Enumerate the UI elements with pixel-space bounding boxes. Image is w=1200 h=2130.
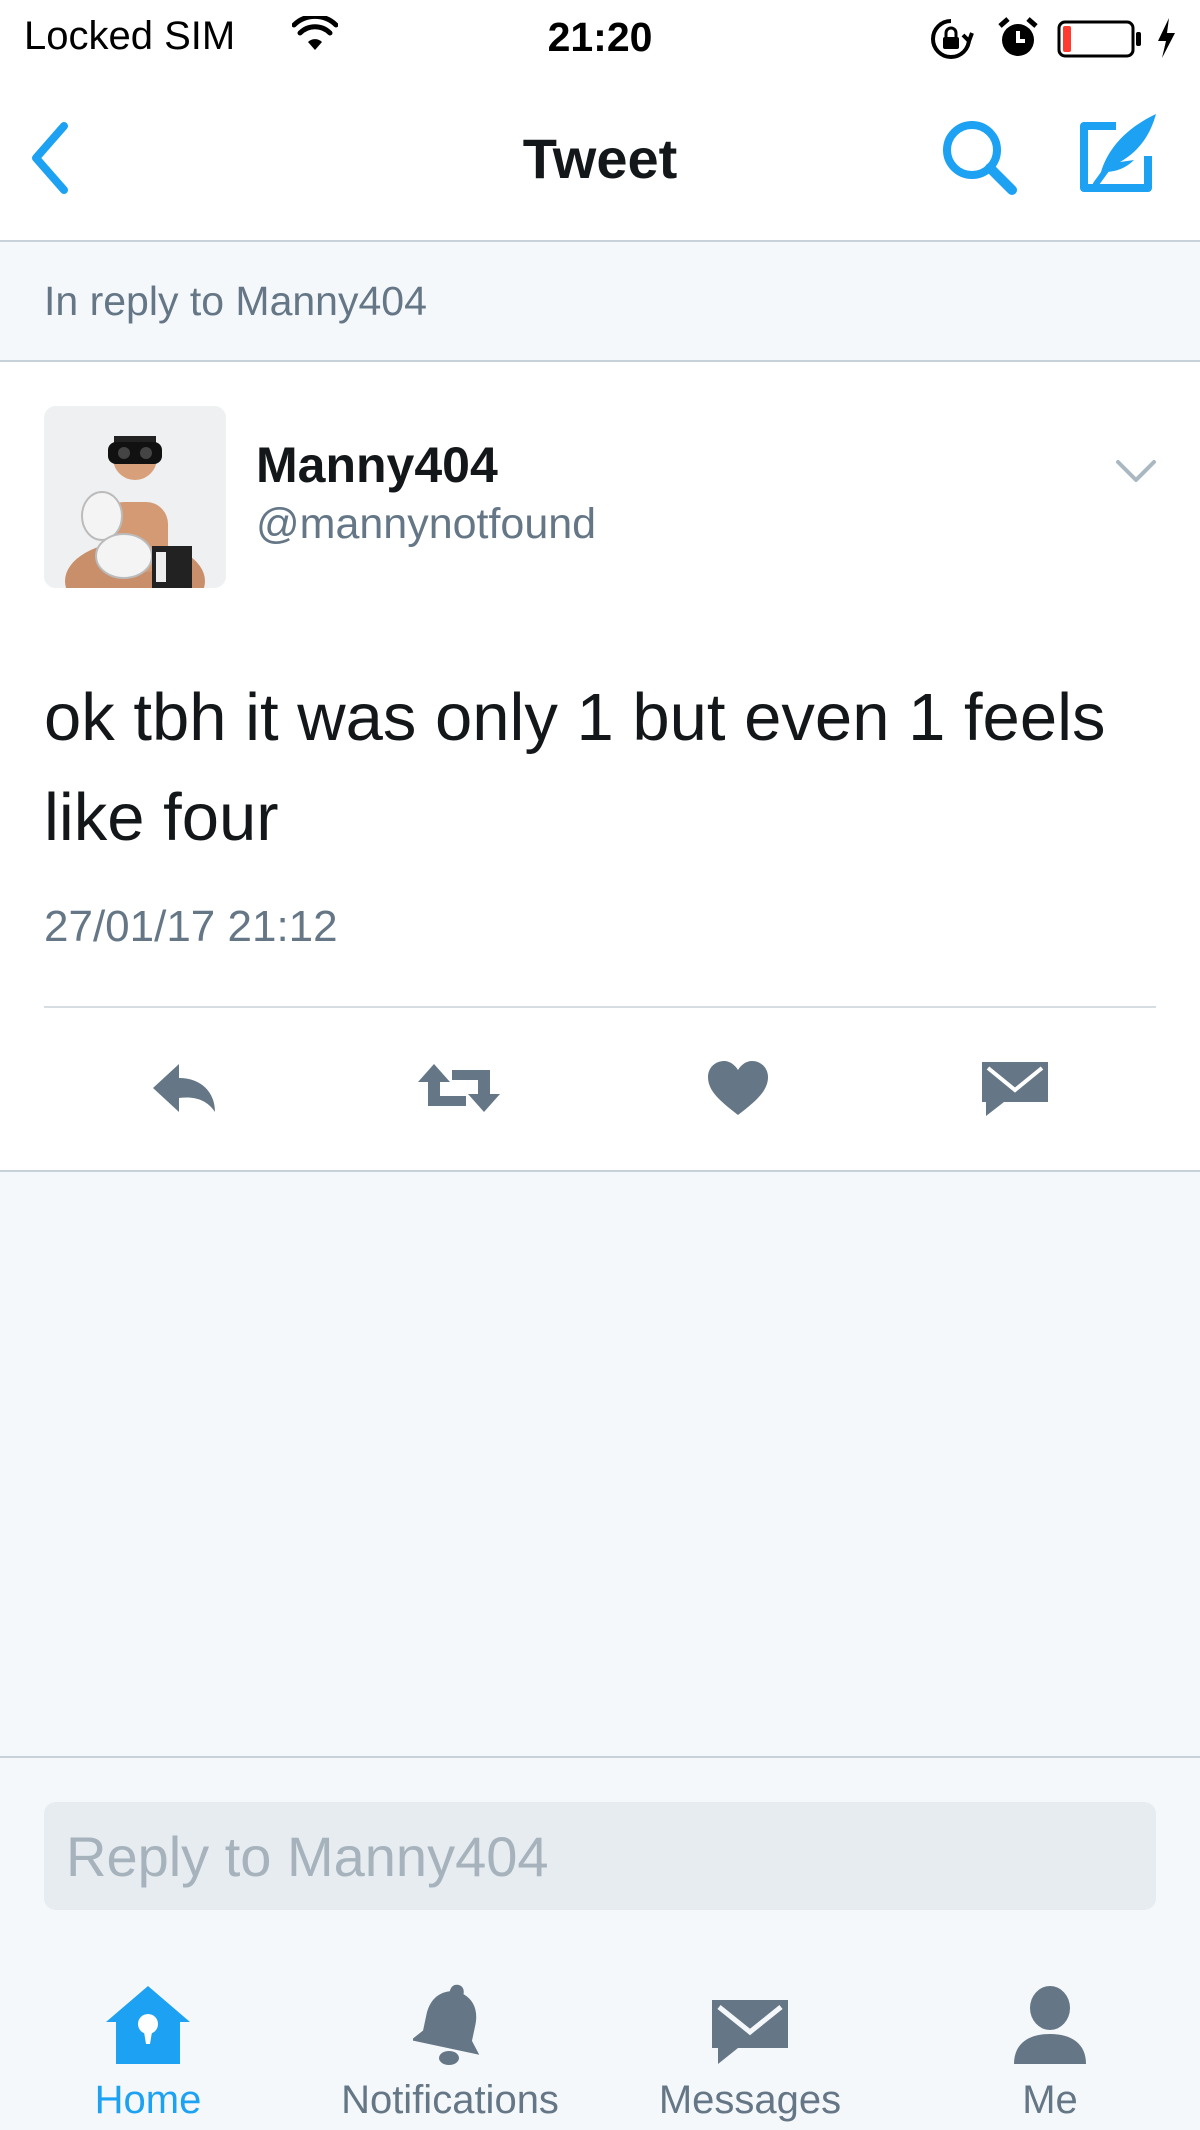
person-icon: [910, 1976, 1190, 2066]
tab-messages[interactable]: Messages: [610, 1976, 890, 2126]
tab-notifications[interactable]: Notifications: [310, 1976, 590, 2126]
home-icon: [8, 1976, 288, 2066]
divider: [44, 1006, 1156, 1008]
envelope-icon: [610, 1976, 890, 2066]
tweet-text: ok tbh it was only 1 but even 1 feels li…: [44, 680, 1106, 855]
rotation-lock-icon: [928, 16, 974, 67]
reply-icon[interactable]: [140, 1052, 230, 1124]
tab-label: Me: [1022, 2078, 1078, 2122]
bell-icon: [310, 1976, 590, 2066]
alarm-icon: [997, 16, 1039, 65]
in-reply-to-banner[interactable]: In reply to Manny404: [0, 242, 1200, 362]
author-display-name[interactable]: Manny404: [256, 436, 498, 494]
empty-replies-area: [0, 1172, 1200, 1756]
tab-label: Notifications: [341, 2078, 559, 2122]
navigation-bar: Tweet: [0, 78, 1200, 242]
tweet-detail-screen: Locked SIM 21:20 Tweet In reply to Manny…: [0, 0, 1200, 2130]
battery-icon: [1057, 20, 1143, 58]
tab-label: Messages: [658, 2078, 842, 2122]
chevron-down-icon[interactable]: [1114, 456, 1158, 486]
retweet-icon[interactable]: [414, 1052, 504, 1124]
charging-bolt-icon: [1155, 16, 1177, 65]
in-reply-to-label: In reply to Manny404: [44, 278, 427, 324]
page-title: Tweet: [522, 127, 678, 190]
search-icon[interactable]: [938, 116, 1020, 198]
reply-input[interactable]: [44, 1802, 1156, 1910]
author-handle[interactable]: @mannynotfound: [256, 500, 596, 549]
tab-home[interactable]: Home: [8, 1976, 288, 2126]
status-bar: Locked SIM 21:20: [0, 0, 1200, 78]
compose-tweet-icon[interactable]: [1076, 110, 1160, 196]
tweet-timestamp: 27/01/17 21:12: [44, 902, 338, 951]
tab-me[interactable]: Me: [910, 1976, 1190, 2126]
direct-message-icon[interactable]: [970, 1052, 1060, 1124]
tab-label: Home: [94, 2078, 202, 2122]
like-icon[interactable]: [693, 1052, 783, 1124]
avatar[interactable]: [44, 406, 226, 588]
